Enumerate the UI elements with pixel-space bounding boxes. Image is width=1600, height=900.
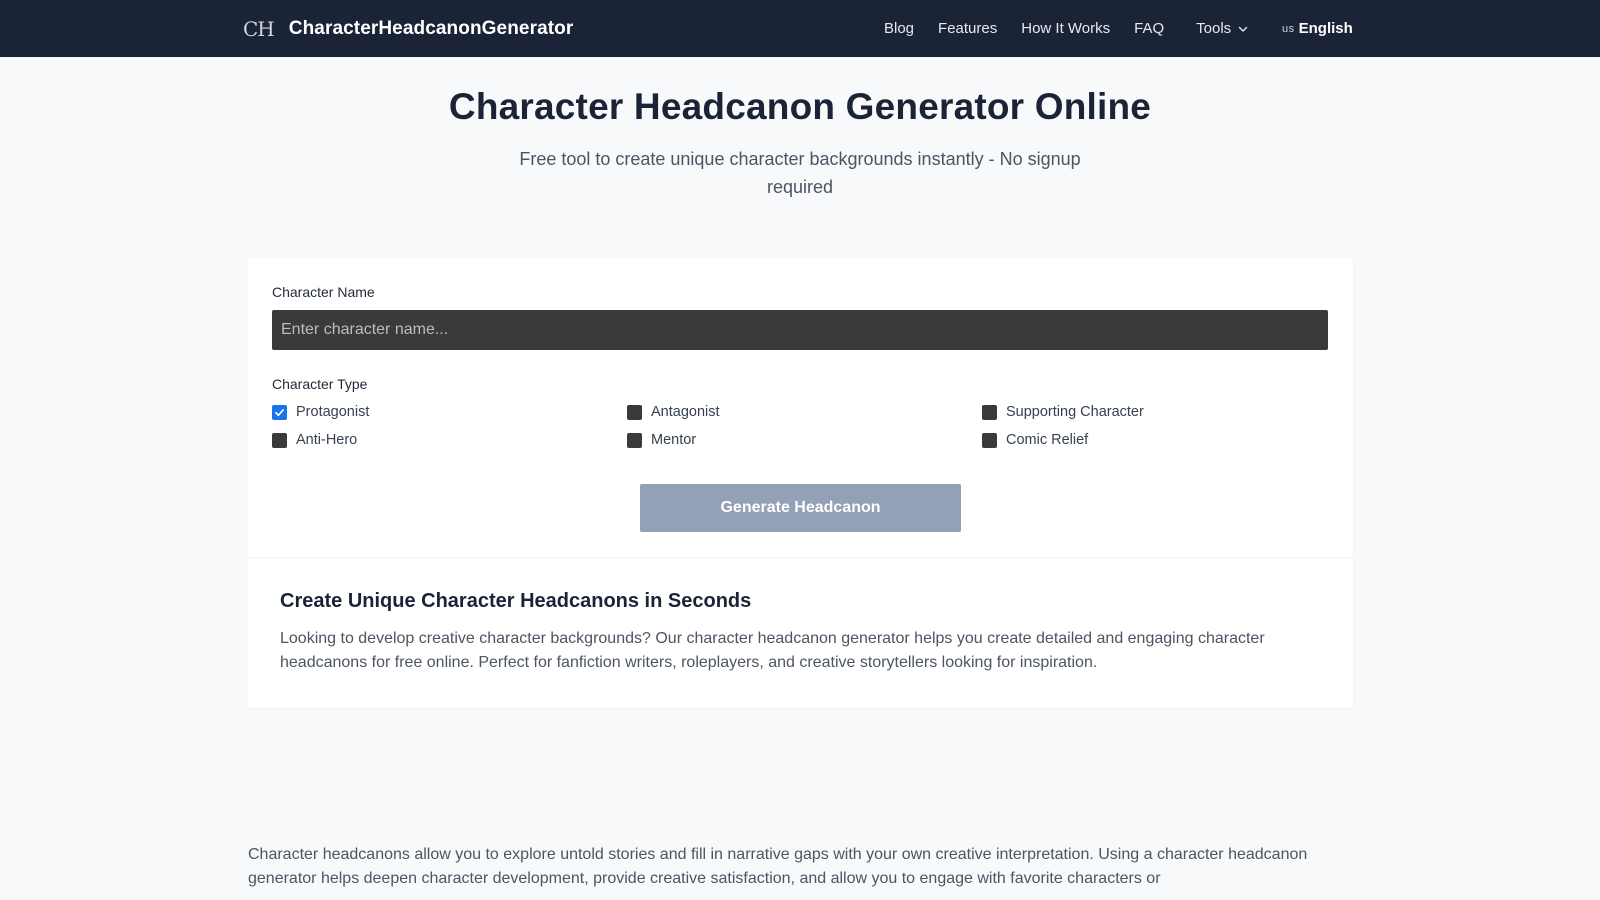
type-option-antagonist[interactable]: Antagonist	[627, 404, 720, 420]
nav-link-how-it-works[interactable]: How It Works	[1021, 20, 1110, 37]
brand-logo-icon: CH	[243, 16, 275, 41]
type-label-antagonist: Antagonist	[651, 404, 720, 420]
type-option-comic-relief[interactable]: Comic Relief	[982, 432, 1088, 448]
type-label-protagonist: Protagonist	[296, 404, 370, 420]
language-selector[interactable]: us English	[1282, 0, 1353, 57]
type-label-anti-hero: Anti-Hero	[296, 432, 358, 448]
type-label-supporting-character: Supporting Character	[1006, 404, 1144, 420]
checkbox-mentor[interactable]	[627, 432, 642, 448]
checkbox-anti-hero[interactable]	[272, 432, 287, 448]
checkmark-icon	[275, 408, 284, 416]
nav-links: Blog Features How It Works FAQ Tools	[884, 0, 1249, 57]
checkbox-protagonist[interactable]	[272, 404, 287, 420]
page-title: Character Headcanon Generator Online	[448, 86, 1152, 127]
card-divider	[248, 557, 1353, 558]
nav-link-faq[interactable]: FAQ	[1134, 20, 1164, 37]
type-option-protagonist[interactable]: Protagonist	[272, 404, 369, 420]
language-label: English	[1298, 20, 1353, 37]
checkbox-antagonist[interactable]	[627, 404, 642, 420]
character-type-options: Protagonist Antagonist Supporting Charac…	[272, 404, 1332, 464]
top-navbar: CH CharacterHeadcanonGenerator Blog Feat…	[0, 0, 1600, 57]
article-paragraph: Character headcanons allow you to explor…	[248, 846, 1308, 887]
brand-name: CharacterHeadcanonGenerator	[288, 17, 574, 39]
generate-headcanon-button[interactable]: Generate Headcanon	[640, 484, 961, 532]
nav-link-features[interactable]: Features	[938, 20, 997, 37]
checkbox-comic-relief[interactable]	[982, 432, 997, 448]
type-option-mentor[interactable]: Mentor	[627, 432, 696, 448]
info-heading: Create Unique Character Headcanons in Se…	[280, 590, 752, 612]
character-name-label: Character Name	[272, 284, 375, 300]
us-flag-icon: us	[1282, 22, 1295, 35]
nav-link-blog[interactable]: Blog	[884, 20, 914, 37]
chevron-down-icon	[1238, 26, 1248, 32]
type-label-mentor: Mentor	[651, 432, 697, 448]
tools-label: Tools	[1196, 20, 1232, 37]
generator-card: Character Name Character Type Protagonis…	[248, 258, 1353, 708]
checkbox-supporting-character[interactable]	[982, 404, 997, 420]
type-option-supporting-character[interactable]: Supporting Character	[982, 404, 1144, 420]
tools-dropdown[interactable]: Tools	[1196, 20, 1249, 37]
type-label-comic-relief: Comic Relief	[1006, 432, 1089, 448]
type-option-anti-hero[interactable]: Anti-Hero	[272, 432, 357, 448]
page-subtitle: Free tool to create unique character bac…	[519, 149, 1081, 197]
character-type-label: Character Type	[272, 376, 368, 392]
character-name-input[interactable]	[272, 310, 1328, 350]
brand-home-link[interactable]: CH CharacterHeadcanonGenerator	[243, 0, 573, 57]
info-paragraph: Looking to develop creative character ba…	[280, 630, 1265, 671]
